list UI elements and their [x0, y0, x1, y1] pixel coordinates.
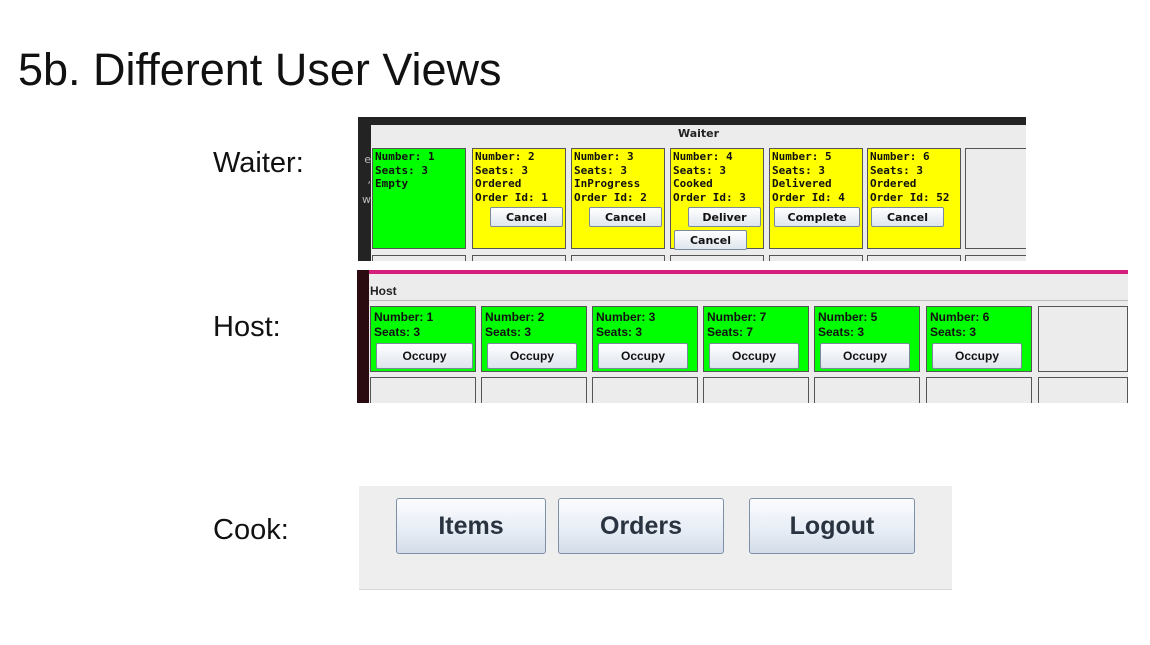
cook-view-screenshot: Items Orders Logout	[359, 486, 952, 590]
orders-button[interactable]: Orders	[558, 498, 724, 554]
host-table-tile: Number: 3 Seats: 3 Occupy	[592, 306, 698, 372]
host-table-tile-row2	[370, 377, 476, 403]
host-table-tile-row2	[814, 377, 920, 403]
table-info: Number: 5 Seats: 3 Delivered Order Id: 4	[772, 150, 845, 204]
waiter-table-tile: Number: 3 Seats: 3 InProgress Order Id: …	[571, 148, 665, 249]
waiter-window-edge	[358, 117, 371, 261]
table-info: Number: 7 Seats: 7	[707, 310, 767, 339]
table-info: Number: 6 Seats: 3 Ordered Order Id: 52	[870, 150, 950, 204]
deliver-button[interactable]: Deliver	[688, 207, 761, 227]
host-table-tile-row2	[926, 377, 1032, 403]
host-label: Host:	[213, 311, 281, 343]
table-info: Number: 2 Seats: 3 Ordered Order Id: 1	[475, 150, 548, 204]
waiter-table-tile: Number: 2 Seats: 3 Ordered Order Id: 1 Ca…	[472, 148, 566, 249]
occupy-button[interactable]: Occupy	[598, 343, 688, 369]
bleed-text: e p	[364, 153, 371, 165]
host-table-tile-row2	[703, 377, 809, 403]
table-info: Number: 4 Seats: 3 Cooked Order Id: 3	[673, 150, 746, 204]
host-table-tile: Number: 1 Seats: 3 Occupy	[370, 306, 476, 372]
cook-label: Cook:	[213, 514, 289, 546]
occupy-button[interactable]: Occupy	[932, 343, 1022, 369]
table-info: Number: 5 Seats: 3	[818, 310, 878, 339]
bleed-text: , A	[367, 173, 372, 185]
complete-button[interactable]: Complete	[774, 207, 860, 227]
waiter-table-tile: Number: 5 Seats: 3 Delivered Order Id: 4…	[769, 148, 863, 249]
host-window-border	[357, 270, 1128, 274]
waiter-table-tile: Number: 6 Seats: 3 Ordered Order Id: 52 C…	[867, 148, 961, 249]
waiter-table-tile: Number: 4 Seats: 3 Cooked Order Id: 3 Del…	[670, 148, 764, 250]
host-table-tile: Number: 6 Seats: 3 Occupy	[926, 306, 1032, 372]
host-title-divider	[369, 300, 1128, 301]
waiter-window-border	[358, 117, 1026, 125]
table-info: Number: 2 Seats: 3	[485, 310, 545, 339]
host-table-tile: Number: 7 Seats: 7 Occupy	[703, 306, 809, 372]
cancel-button[interactable]: Cancel	[589, 207, 662, 227]
waiter-table-tile	[965, 148, 1026, 249]
host-table-tile	[1038, 306, 1128, 372]
host-table-tile: Number: 5 Seats: 3 Occupy	[814, 306, 920, 372]
table-info: Number: 6 Seats: 3	[930, 310, 990, 339]
cancel-button[interactable]: Cancel	[674, 230, 747, 250]
occupy-button[interactable]: Occupy	[376, 343, 473, 369]
cancel-button[interactable]: Cancel	[871, 207, 944, 227]
waiter-table-tile: Number: 1 Seats: 3 Empty	[372, 148, 466, 249]
waiter-table-tile-row2	[769, 255, 863, 261]
waiter-table-tile-row2	[472, 255, 566, 261]
waiter-table-tile-row2	[867, 255, 961, 261]
table-info: Number: 1 Seats: 3	[374, 310, 434, 339]
table-info: Number: 3 Seats: 3	[596, 310, 656, 339]
host-table-tile: Number: 2 Seats: 3 Occupy	[481, 306, 587, 372]
waiter-table-tile-row2	[372, 255, 466, 261]
host-table-tile-row2	[1038, 377, 1128, 403]
table-info: Number: 1 Seats: 3 Empty	[375, 150, 435, 190]
waiter-table-tile-row2	[965, 255, 1026, 261]
host-window-title: Host	[370, 284, 397, 298]
cancel-button[interactable]: Cancel	[490, 207, 563, 227]
logout-button[interactable]: Logout	[749, 498, 915, 554]
waiter-view-screenshot: e p , A w Waiter Number: 1 Seats: 3 Empt…	[358, 117, 1026, 261]
host-window-edge	[357, 270, 369, 403]
waiter-label: Waiter:	[213, 147, 304, 179]
items-button[interactable]: Items	[396, 498, 546, 554]
occupy-button[interactable]: Occupy	[487, 343, 577, 369]
host-table-tile-row2	[481, 377, 587, 403]
host-table-tile-row2	[592, 377, 698, 403]
occupy-button[interactable]: Occupy	[709, 343, 799, 369]
table-info: Number: 3 Seats: 3 InProgress Order Id: …	[574, 150, 647, 204]
waiter-table-tile-row2	[670, 255, 764, 261]
waiter-window-title: Waiter	[677, 127, 720, 140]
bleed-text: w	[362, 193, 371, 205]
slide-title: 5b. Different User Views	[18, 44, 502, 95]
occupy-button[interactable]: Occupy	[820, 343, 910, 369]
host-view-screenshot: Host Number: 1 Seats: 3 Occupy Number: 2 S…	[357, 270, 1128, 403]
waiter-table-tile-row2	[571, 255, 665, 261]
